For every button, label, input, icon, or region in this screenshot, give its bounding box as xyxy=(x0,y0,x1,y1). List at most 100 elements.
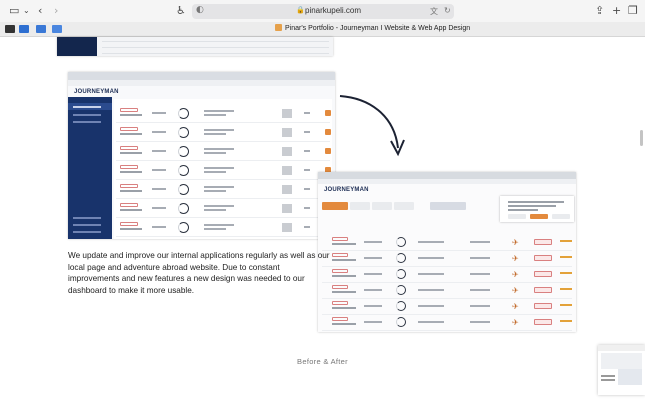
browser-toolbar: ▭ ⌄ ‹ › ♿ ◐ 🔒 pinarkupeli.com 文 ↻ ⇪ + ❐ xyxy=(0,0,645,22)
sidebar-item-line xyxy=(73,106,101,108)
row-name-line xyxy=(120,228,142,230)
row-text-line xyxy=(204,205,234,207)
row-status-line xyxy=(560,304,572,306)
row-name-line xyxy=(332,307,356,309)
row-tag xyxy=(120,127,138,131)
after-dashboard-screenshot: JOURNEYMAN ✈ ✈ ✈ ✈ ✈ ✈ ✈ xyxy=(318,172,576,332)
after-tab-strip xyxy=(322,202,492,210)
progress-ring-icon xyxy=(178,165,189,176)
row-text-line xyxy=(204,228,226,230)
popup-button xyxy=(508,214,526,219)
progress-ring-icon xyxy=(396,237,406,247)
row-tag xyxy=(120,108,138,112)
screenshot-row-line xyxy=(102,47,329,48)
before-after-caption: Before & After xyxy=(297,357,348,366)
row-text-line xyxy=(204,133,226,135)
share-icon[interactable]: ⇪ xyxy=(595,4,604,18)
tabs-overview-icon[interactable]: ❐ xyxy=(628,4,638,18)
row-text-line xyxy=(418,273,444,275)
row-status-icon xyxy=(325,148,331,154)
row-tag xyxy=(120,184,138,188)
after-tab xyxy=(394,202,414,210)
popup-text-line xyxy=(508,209,538,211)
after-tab-active xyxy=(322,202,348,210)
row-text-line xyxy=(204,190,226,192)
page-scrollbar[interactable] xyxy=(640,130,643,146)
pinned-tab-favicon[interactable] xyxy=(36,25,46,33)
screenshot-table-row xyxy=(116,219,331,237)
row-text-line xyxy=(470,305,490,307)
forward-icon[interactable]: › xyxy=(54,4,58,18)
active-tab[interactable]: Pinar's Portfolio - Journeyman I Website… xyxy=(275,24,470,32)
row-tag xyxy=(120,146,138,150)
pinned-tab-favicon[interactable] xyxy=(52,25,62,33)
row-thumbnail xyxy=(282,166,292,175)
translate-icon[interactable]: 文 xyxy=(430,6,438,17)
preview-line xyxy=(601,379,615,381)
row-text-line xyxy=(304,150,310,152)
sidebar-icon[interactable]: ▭ xyxy=(9,4,19,18)
active-tab-title: Pinar's Portfolio - Journeyman I Website… xyxy=(285,25,471,32)
screenshot-row-line xyxy=(102,53,329,54)
reload-icon[interactable]: ↻ xyxy=(444,6,451,15)
row-text-line xyxy=(364,321,382,323)
sidebar-item-line xyxy=(73,224,101,226)
preview-bar xyxy=(598,345,645,351)
row-text-line xyxy=(470,273,490,275)
screenshot-table-row: ✈ xyxy=(322,250,572,267)
row-text-line xyxy=(364,257,382,259)
row-thumbnail xyxy=(282,204,292,213)
row-text-line xyxy=(364,241,382,243)
row-tag xyxy=(332,237,348,241)
screenshot-browser-bar xyxy=(68,72,335,80)
progress-ring-icon xyxy=(178,146,189,157)
screenshot-table-row xyxy=(116,200,331,218)
preview-block xyxy=(618,369,642,385)
previous-dashboard-screenshot xyxy=(57,37,333,56)
pinned-tab-favicon[interactable] xyxy=(19,25,29,33)
screenshot-row-line xyxy=(102,41,329,42)
row-text-line xyxy=(152,112,166,114)
address-url: pinarkupeli.com xyxy=(305,6,362,15)
airplane-icon: ✈ xyxy=(512,270,519,279)
sidebar-item-line xyxy=(73,217,101,219)
row-text-line xyxy=(152,226,166,228)
screenshot-sidebar xyxy=(57,37,97,56)
progress-ring-icon xyxy=(178,203,189,214)
row-badge xyxy=(534,255,552,261)
progress-ring-icon xyxy=(396,317,406,327)
row-text-line xyxy=(204,209,226,211)
chevron-down-icon[interactable]: ⌄ xyxy=(23,4,30,18)
row-text-line xyxy=(152,188,166,190)
address-bar[interactable]: ◐ 🔒 pinarkupeli.com 文 ↻ xyxy=(192,4,454,19)
before-journeyman-logo: JOURNEYMAN xyxy=(74,89,119,95)
progress-ring-icon xyxy=(178,184,189,195)
accessibility-icon[interactable]: ♿ xyxy=(176,4,186,18)
row-text-line xyxy=(204,148,234,150)
row-text-line xyxy=(418,241,444,243)
row-tag xyxy=(120,222,138,226)
new-tab-icon[interactable]: + xyxy=(612,4,621,18)
screenshot-table-row xyxy=(116,162,331,180)
row-status-icon xyxy=(325,110,331,116)
row-text-line xyxy=(204,152,226,154)
row-name-line xyxy=(332,323,356,325)
pinned-tab-favicon[interactable] xyxy=(5,25,15,33)
screenshot-table-row: ✈ xyxy=(322,234,572,251)
row-badge xyxy=(534,303,552,309)
tab-preview-thumbnail[interactable] xyxy=(598,345,645,395)
progress-ring-icon xyxy=(396,253,406,263)
row-status-icon xyxy=(325,129,331,135)
row-text-line xyxy=(152,131,166,133)
before-table xyxy=(114,99,332,239)
sidebar-item-line xyxy=(73,231,101,233)
row-thumbnail xyxy=(282,128,292,137)
row-thumbnail xyxy=(282,147,292,156)
shield-icon[interactable]: ◐ xyxy=(196,5,204,15)
back-icon[interactable]: ‹ xyxy=(38,4,42,18)
screenshot-table-row: ✈ xyxy=(322,266,572,283)
row-badge xyxy=(534,287,552,293)
row-badge xyxy=(534,319,552,325)
row-text-line xyxy=(470,257,490,259)
row-thumbnail xyxy=(282,223,292,232)
